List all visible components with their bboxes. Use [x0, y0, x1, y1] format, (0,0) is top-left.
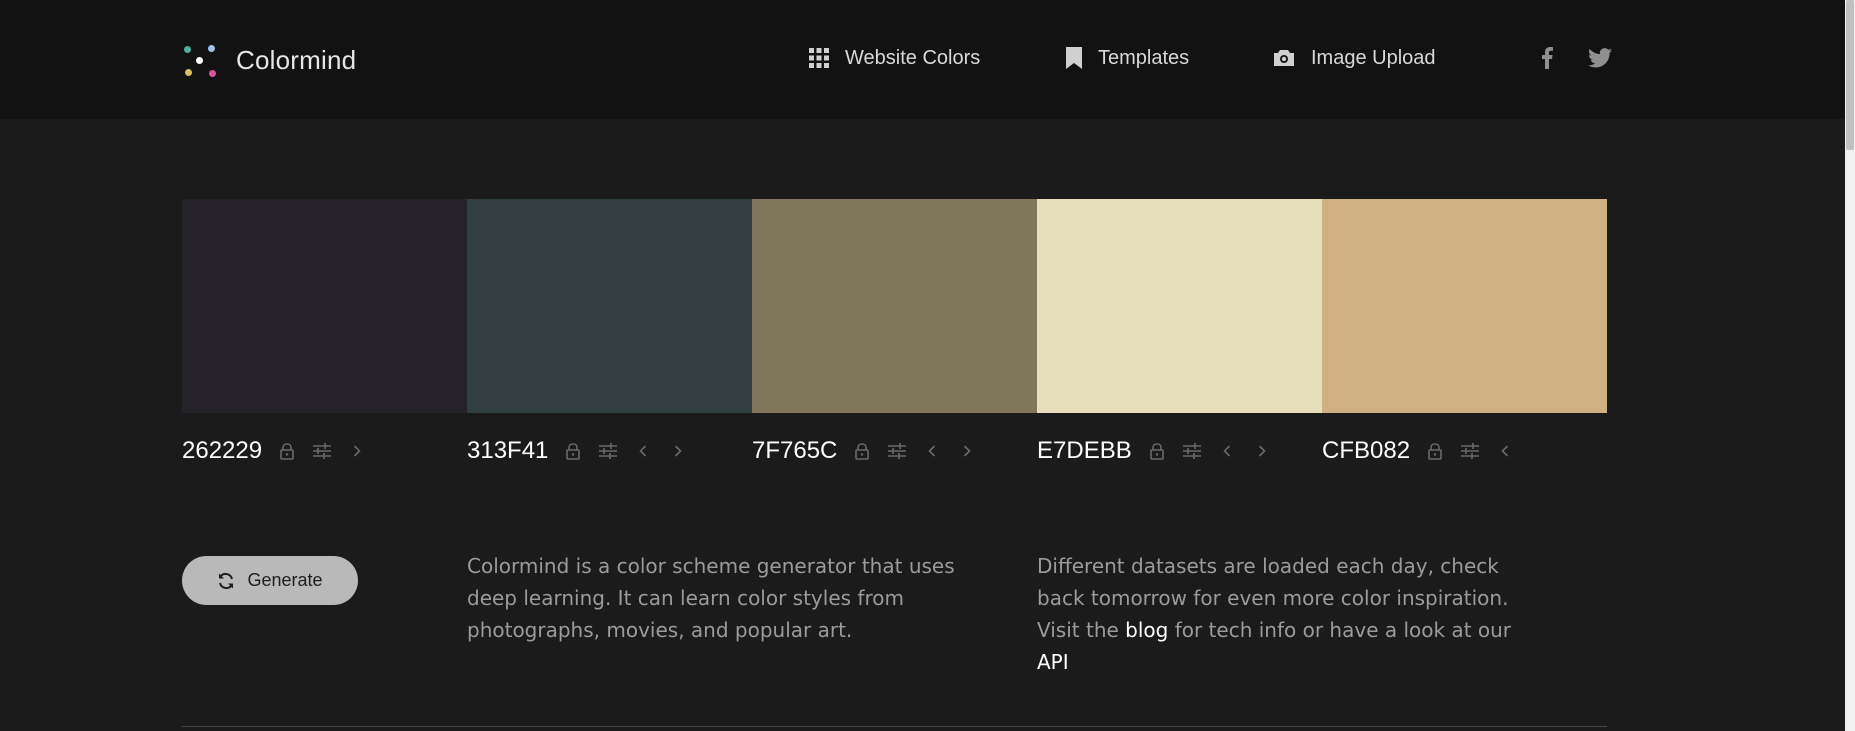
- chevron-left-icon: [1223, 445, 1230, 457]
- swatch-2[interactable]: [467, 199, 752, 413]
- adjust-button[interactable]: [1459, 440, 1481, 462]
- nav-label: Templates: [1098, 46, 1190, 69]
- colormind-logo-icon: [182, 42, 218, 78]
- swatch-1[interactable]: [182, 199, 467, 413]
- about-text: Colormind is a color scheme generator th…: [467, 554, 955, 642]
- logo-dot: [196, 57, 203, 64]
- hex-value[interactable]: CFB082: [1322, 437, 1410, 465]
- swatch-5[interactable]: [1322, 199, 1607, 413]
- sliders-icon: [1182, 443, 1201, 459]
- palette: [182, 199, 1607, 413]
- scrollbar-thumb[interactable]: [1846, 0, 1854, 150]
- twitter-icon: [1588, 48, 1612, 68]
- swatch-controls-2: 313F41: [467, 434, 702, 468]
- lock-icon: [855, 442, 870, 460]
- swatch-controls-1: 262229: [182, 434, 381, 468]
- api-link[interactable]: API: [1037, 650, 1069, 674]
- logo[interactable]: Colormind: [182, 40, 356, 80]
- lock-icon: [280, 442, 294, 460]
- lock-button[interactable]: [1424, 440, 1446, 462]
- daily-text-middle: for tech info or have a look at our: [1174, 618, 1512, 642]
- adjust-button[interactable]: [311, 440, 333, 462]
- hex-value[interactable]: 7F765C: [752, 437, 837, 465]
- move-right-button[interactable]: [956, 440, 978, 462]
- camera-icon: [1274, 50, 1294, 66]
- logo-dot: [185, 69, 192, 76]
- chevron-right-icon: [1258, 445, 1266, 457]
- move-left-button[interactable]: [1494, 440, 1516, 462]
- lock-icon: [1149, 442, 1164, 460]
- chevron-left-icon: [639, 445, 647, 457]
- chevron-left-icon: [928, 445, 936, 457]
- nav-label: Image Upload: [1311, 46, 1436, 69]
- chevron-left-icon: [1501, 445, 1509, 457]
- generate-label: Generate: [247, 570, 323, 590]
- lock-icon: [566, 442, 581, 460]
- swatch-3[interactable]: [752, 199, 1037, 413]
- lock-button[interactable]: [1146, 440, 1168, 462]
- chevron-right-icon: [675, 445, 683, 457]
- move-left-button[interactable]: [1216, 440, 1238, 462]
- hex-value[interactable]: 313F41: [467, 437, 548, 465]
- logo-text: Colormind: [236, 44, 357, 75]
- nav-website-colors[interactable]: Website Colors: [809, 44, 980, 72]
- move-right-button[interactable]: [346, 440, 368, 462]
- grid-icon: [809, 48, 829, 68]
- swatch-4[interactable]: [1037, 199, 1322, 413]
- move-right-button[interactable]: [667, 440, 689, 462]
- move-right-button[interactable]: [1251, 440, 1273, 462]
- move-left-button[interactable]: [921, 440, 943, 462]
- sliders-icon: [888, 443, 907, 459]
- generate-button[interactable]: Generate: [182, 556, 358, 605]
- logo-dot: [208, 45, 215, 52]
- lock-button[interactable]: [851, 440, 873, 462]
- adjust-button[interactable]: [886, 440, 908, 462]
- lock-button[interactable]: [562, 440, 584, 462]
- divider: [182, 726, 1607, 727]
- sliders-icon: [599, 443, 618, 459]
- lock-button[interactable]: [276, 440, 298, 462]
- move-left-button[interactable]: [632, 440, 654, 462]
- daily-info-text: Different datasets are loaded each day, …: [1037, 550, 1537, 678]
- nav-label: Website Colors: [845, 46, 981, 69]
- top-nav-bar: Colormind Website Colors Templates Image…: [0, 0, 1845, 119]
- facebook-icon: [1542, 47, 1553, 69]
- logo-dot: [209, 70, 216, 77]
- twitter-link[interactable]: [1587, 44, 1613, 72]
- sliders-icon: [313, 443, 332, 459]
- adjust-button[interactable]: [597, 440, 619, 462]
- chevron-right-icon: [354, 445, 361, 457]
- logo-dot: [184, 46, 191, 53]
- lock-icon: [1428, 442, 1442, 460]
- sliders-icon: [1461, 443, 1480, 459]
- swatch-controls-5: CFB082: [1322, 434, 1529, 468]
- hex-value[interactable]: E7DEBB: [1037, 437, 1132, 465]
- chevron-right-icon: [964, 445, 972, 457]
- hex-value[interactable]: 262229: [182, 437, 262, 465]
- refresh-icon: [219, 572, 234, 589]
- nav-image-upload[interactable]: Image Upload: [1273, 44, 1436, 72]
- nav-templates[interactable]: Templates: [1066, 44, 1189, 72]
- facebook-link[interactable]: [1534, 44, 1560, 72]
- bookmark-icon: [1066, 47, 1082, 69]
- blog-link[interactable]: blog: [1125, 618, 1168, 642]
- swatch-controls-3: 7F765C: [752, 434, 991, 468]
- scrollbar[interactable]: [1845, 0, 1855, 731]
- adjust-button[interactable]: [1181, 440, 1203, 462]
- swatch-controls-4: E7DEBB: [1037, 434, 1286, 468]
